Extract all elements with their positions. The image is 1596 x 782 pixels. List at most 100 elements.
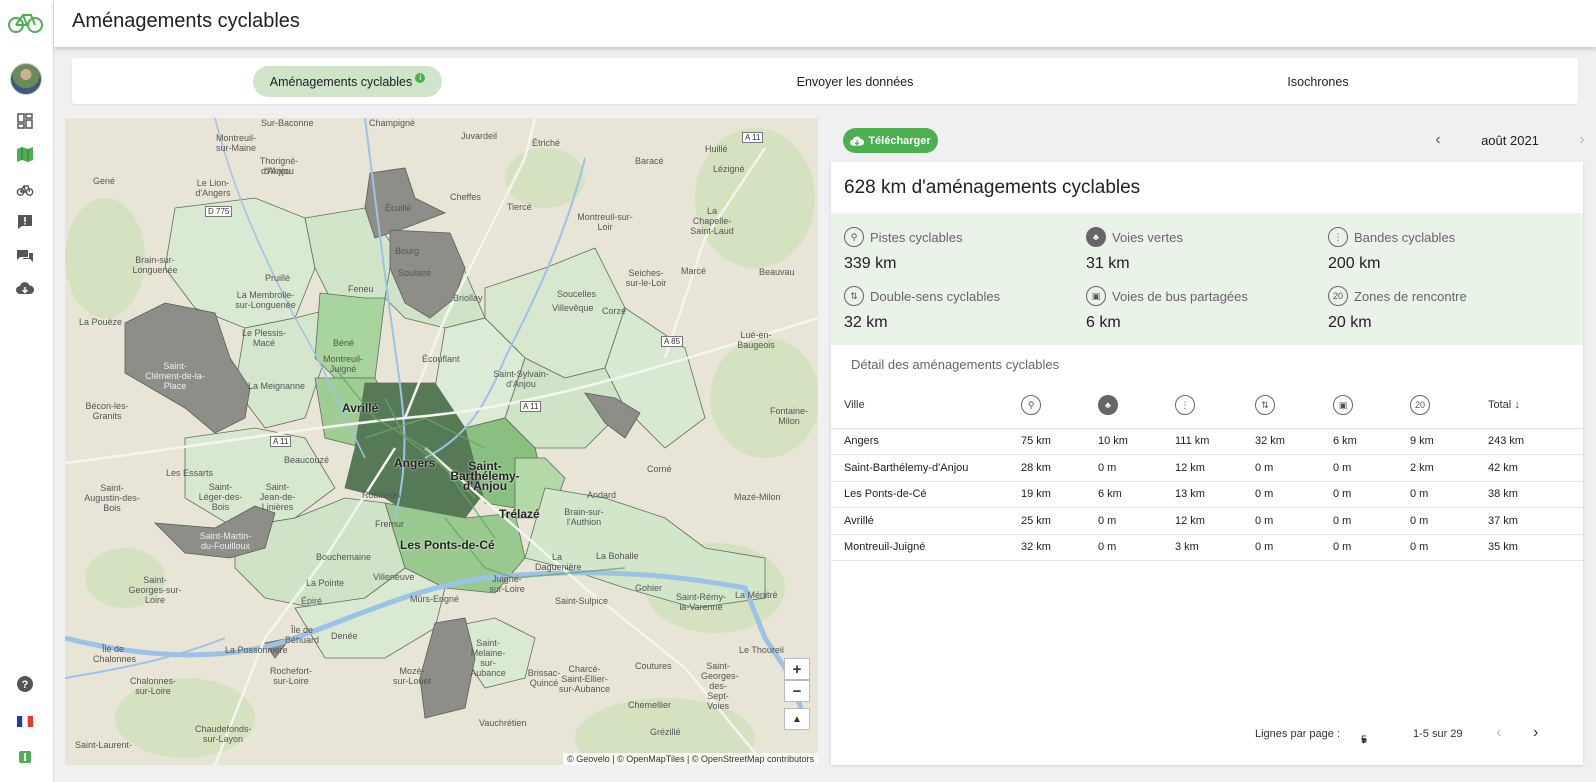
length-cell: 42 km: [1488, 454, 1583, 482]
avatar[interactable]: [10, 63, 42, 95]
map-place-label: Cheffes: [450, 192, 481, 202]
table-header-row: Ville ⚲ ♣ ⋮ ⇅ ▣ 20 Total ↓: [831, 383, 1583, 429]
length-cell: 35 km: [1488, 534, 1583, 561]
map-place-label: La Possonnière: [225, 645, 288, 655]
length-cell: 12 km: [1175, 507, 1255, 535]
contraflow-icon: ⇅: [1255, 395, 1275, 416]
tab-label: Isochrones: [1287, 74, 1349, 89]
column-header-voies-vertes[interactable]: ♣: [1098, 383, 1175, 429]
zoom-in-button[interactable]: +: [784, 658, 810, 680]
top-app-bar: Aménagements cyclables: [54, 0, 1596, 47]
city-name-cell: Angers: [831, 428, 1021, 455]
map-place-label: Saint-Jean-de-Linières: [259, 482, 296, 512]
length-cell: 0 m: [1255, 534, 1333, 561]
table-row[interactable]: Avrillé 25 km 0 m 12 km 0 m0 m0 m 37 km: [831, 507, 1583, 535]
bike-path-icon: ⚲: [1021, 395, 1041, 416]
summary-heading: 628 km d'aménagements cyclables: [844, 177, 1141, 198]
column-header-bus[interactable]: ▣: [1333, 383, 1410, 429]
length-cell: 75 km: [1021, 428, 1098, 455]
chat-icon[interactable]: [15, 246, 35, 266]
previous-page-button[interactable]: ‹: [1496, 724, 1501, 742]
city-name-cell: Saint-Barthélemy-d'Anjou: [831, 454, 1021, 482]
map-place-label: Gohier: [635, 583, 663, 593]
city-name-cell: Montreuil-Juigné: [831, 534, 1021, 561]
app-badge-icon[interactable]: [15, 747, 35, 767]
length-cell: 243 km: [1488, 428, 1583, 455]
length-cell: 0 m: [1410, 481, 1488, 508]
month-navigator: ‹ août 2021 ›: [1430, 130, 1590, 150]
report-icon[interactable]: [15, 212, 35, 232]
map-place-label: Feneu: [348, 284, 374, 294]
bicycle-logo-icon[interactable]: [5, 8, 47, 36]
length-cell: 0 m: [1410, 534, 1488, 561]
column-header-bandes[interactable]: ⋮: [1175, 383, 1255, 429]
table-row[interactable]: Angers 75 km 10 km 111 km 32 km 6 km 9 km 243 k…: [831, 428, 1583, 455]
zoom-out-button[interactable]: −: [784, 680, 810, 702]
download-button[interactable]: Télécharger: [843, 128, 938, 153]
map-place-label: Soucelles: [557, 289, 597, 299]
length-cell: 0 m: [1098, 534, 1175, 561]
tab-envoyer[interactable]: Envoyer les données: [755, 66, 955, 97]
column-header-pistes[interactable]: ⚲: [1021, 383, 1098, 429]
map-place-label: Île de Chalonnes: [93, 644, 137, 664]
map-place-label: Mozé-sur-Louet: [392, 666, 432, 686]
map-place-label: La Meignanne: [248, 381, 306, 391]
help-icon[interactable]: ?: [15, 674, 35, 694]
column-header-ville[interactable]: Ville: [831, 383, 1021, 429]
map-place-label: Le Plessis-Macé: [242, 328, 287, 348]
tab-amenagements[interactable]: Aménagements cyclables i: [253, 66, 442, 97]
map-place-label: Étriché: [532, 138, 561, 148]
next-month-button[interactable]: ›: [1574, 131, 1590, 149]
previous-month-button[interactable]: ‹: [1430, 131, 1446, 149]
column-header-zones[interactable]: 20: [1410, 383, 1488, 429]
map-place-label: Montreuil-Juigné: [322, 354, 363, 374]
map-place-label: Villevêque: [552, 303, 594, 313]
length-cell: 111 km: [1175, 428, 1255, 455]
next-page-button[interactable]: ›: [1533, 724, 1538, 742]
tab-isochrones[interactable]: Isochrones: [1268, 66, 1368, 97]
map-place-label: Saint-Melaine-sur-Aubance: [470, 638, 506, 678]
map-place-label: Écuillé: [385, 203, 412, 213]
map-place-label: Charcé-Saint-Ellier-sur-Aubance: [558, 664, 611, 694]
column-header-total[interactable]: Total ↓: [1488, 383, 1583, 429]
dashboard-icon[interactable]: [15, 111, 35, 131]
map-place-label: Montreuil-sur-Loir: [577, 212, 633, 232]
map-place-label: Brain-sur-Longuenée: [132, 255, 178, 275]
compass-icon[interactable]: ▲: [784, 708, 810, 730]
map-place-label: Le Thoureil: [739, 645, 784, 655]
length-cell: 28 km: [1021, 454, 1098, 482]
map-place-label: Huillé: [705, 144, 728, 154]
map-place-label: Beaucouzé: [284, 455, 330, 465]
map-place-label: Bouchemaine: [316, 552, 372, 562]
tab-label: Aménagements cyclables: [269, 74, 413, 89]
map-place-label: Saint-Georges-sur-Loire: [128, 575, 182, 605]
length-cell: 38 km: [1488, 481, 1583, 508]
bicycle-icon[interactable]: [15, 179, 35, 199]
rows-per-page-label: Lignes par page :: [1255, 728, 1341, 740]
city-name-cell: Les Ponts-de-Cé: [831, 481, 1021, 508]
map-place-label: Soulaire: [398, 268, 432, 278]
length-cell: 6 km: [1333, 428, 1410, 455]
length-cell: 6 km: [1098, 481, 1175, 508]
table-row[interactable]: Les Ponts-de-Cé 19 km 6 km 13 km 0 m0 m0 m 38…: [831, 481, 1583, 508]
map-view[interactable]: Angers Avrillé Saint-Barthélemy-d'Anjou …: [65, 118, 818, 765]
bus-icon: ▣: [1333, 395, 1353, 416]
table-row[interactable]: Montreuil-Juigné 32 km 0 m3 km 0 m0 m0 m 35 …: [831, 534, 1583, 561]
table-row[interactable]: Saint-Barthélemy-d'Anjou 28 km 0 m 12 km 0 m…: [831, 454, 1583, 482]
sort-arrow-down-icon: ↓: [1514, 399, 1520, 412]
french-flag-icon[interactable]: [15, 711, 35, 731]
map-icon[interactable]: [15, 144, 35, 164]
length-cell: 0 m: [1255, 481, 1333, 508]
map-place-label: La Pouëze: [79, 317, 123, 327]
cloud-download-icon[interactable]: [15, 279, 35, 299]
download-label: Télécharger: [868, 134, 931, 147]
map-place-label: Saint-Augustin-des-Bois: [84, 483, 140, 513]
tab-label: Envoyer les données: [796, 74, 914, 89]
map-place-label: La Pointe: [306, 578, 345, 588]
length-cell: 0 m: [1098, 507, 1175, 535]
stat-label: Bandes cyclables: [1354, 229, 1456, 245]
map-place-label: Beauvau: [759, 267, 795, 277]
column-header-double-sens[interactable]: ⇅: [1255, 383, 1333, 429]
map-place-label: d'Anjou: [261, 166, 291, 176]
length-cell: 0 m: [1410, 507, 1488, 535]
